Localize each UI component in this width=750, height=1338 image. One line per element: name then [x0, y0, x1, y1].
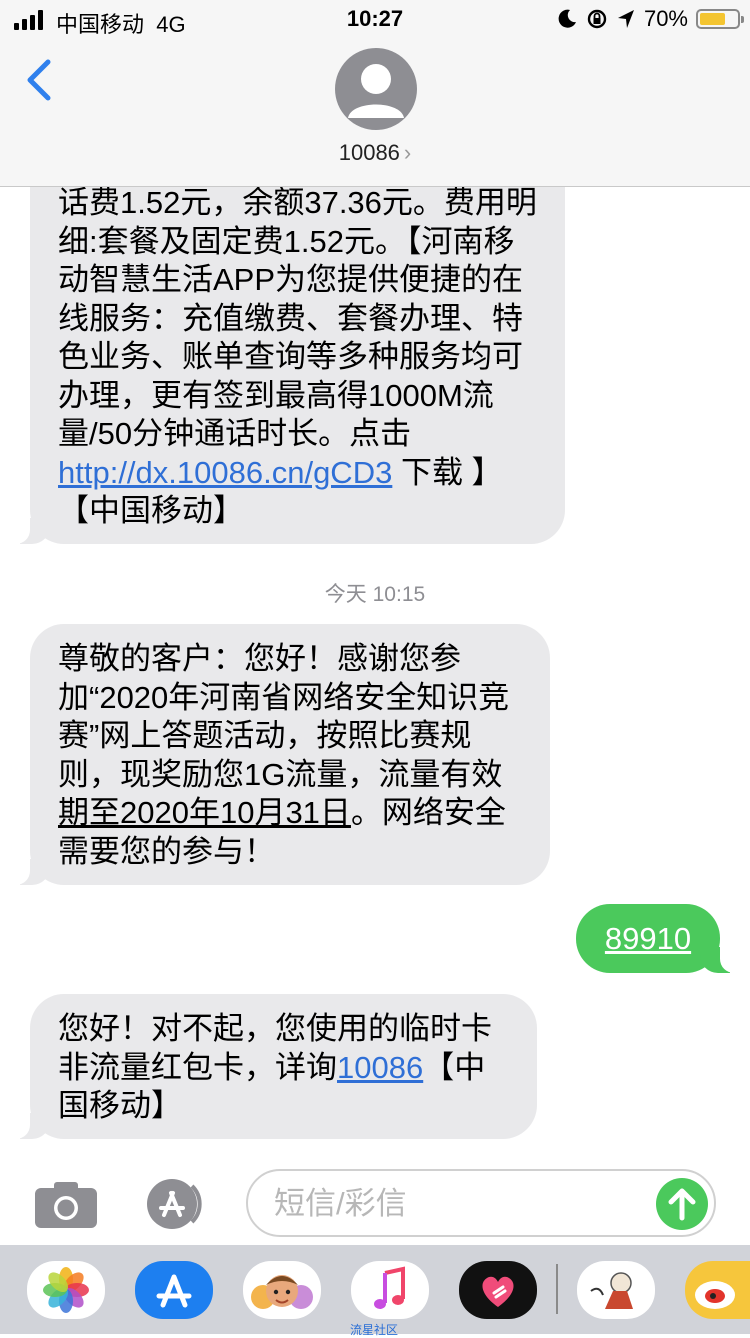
music-app-label: 流星社区: [350, 1323, 399, 1337]
network-type: 4G: [156, 12, 186, 37]
message-bubble-outgoing[interactable]: 89910: [576, 904, 742, 973]
chevron-left-icon: [27, 59, 51, 101]
battery-percent: 70%: [643, 6, 688, 31]
message-bubble-2[interactable]: 尊敬的客户：您好！感谢您参加“2020年河南省网络安全知识竞赛”网上答题活动，按…: [8, 624, 550, 885]
drawer-divider: [556, 1264, 558, 1314]
message-timestamp: 今天 10:15: [324, 583, 426, 606]
message-text: 您好！对不起，您使用的临时卡非流量红包卡，详询10086【中国移动】: [58, 1010, 509, 1126]
compose-bar: [0, 1165, 750, 1245]
app-store-app-icon[interactable]: [135, 1261, 213, 1319]
arrow-up-icon: [668, 1188, 696, 1221]
battery-icon: [696, 9, 744, 29]
rotation-lock-icon: [587, 9, 607, 29]
status-bar: 中国移动 4G 10:27 70%: [0, 0, 750, 40]
avatar[interactable]: [335, 48, 417, 130]
contact-name: 10086: [338, 140, 400, 165]
app-store-icon: [147, 1179, 202, 1229]
camera-icon: [35, 1182, 97, 1228]
bubble-tail: [8, 518, 50, 544]
message-input[interactable]: [272, 1181, 636, 1227]
bubble-tail: [8, 1113, 50, 1139]
signal-icon: [14, 10, 43, 30]
phone-link[interactable]: 10086: [337, 1050, 423, 1085]
date-underline-text[interactable]: 期至2020年10月31日: [58, 795, 351, 830]
moon-icon: [558, 9, 576, 28]
chevron-right-icon: ›: [403, 140, 412, 165]
message-link[interactable]: 89910: [605, 921, 691, 956]
person-icon: [348, 64, 404, 118]
camera-button[interactable]: [34, 1179, 98, 1229]
message-bubble-3[interactable]: 您好！对不起，您使用的临时卡非流量红包卡，详询10086【中国移动】: [8, 994, 537, 1139]
battery-fill: [700, 13, 725, 25]
photos-app-icon[interactable]: [27, 1261, 105, 1319]
music-app-icon[interactable]: [351, 1261, 429, 1319]
status-right: 70%: [556, 6, 744, 32]
message-bubble-1[interactable]: 话费1.52元，余额37.36元。费用明细:套餐及固定费1.52元。【河南移动智…: [8, 150, 565, 544]
app-store-button[interactable]: [140, 1179, 212, 1229]
message-link[interactable]: http://dx.10086.cn/gCD3: [58, 455, 392, 490]
message-text: 话费1.52元，余额37.36元。费用明细:套餐及固定费1.52元。【河南移动智…: [58, 184, 537, 531]
location-arrow-icon: [617, 10, 634, 28]
message-text: 89910: [576, 904, 720, 973]
message-text-part: 话费1.52元，余额37.36元。费用明细:套餐及固定费1.52元。【河南移动智…: [58, 185, 537, 451]
sticker-app-icon[interactable]: [577, 1261, 655, 1319]
message-text-part: 尊敬的客户：您好！感谢您参加“2020年河南省网络安全知识竞赛”网上答题活动，按…: [58, 641, 510, 792]
weibo-app-icon[interactable]: [685, 1261, 750, 1319]
contact-name-button[interactable]: 10086 ›: [0, 140, 750, 166]
send-button[interactable]: [656, 1178, 708, 1230]
carrier-name: 中国移动: [56, 12, 145, 37]
carrier-label: 中国移动 4G: [56, 7, 186, 39]
bubble-tail: [8, 859, 50, 885]
back-button[interactable]: [22, 58, 62, 102]
message-text: 尊敬的客户：您好！感谢您参加“2020年河南省网络安全知识竞赛”网上答题活动，按…: [58, 640, 522, 871]
memoji-app-icon[interactable]: [243, 1261, 321, 1319]
message-field[interactable]: [246, 1169, 716, 1237]
digital-touch-app-icon[interactable]: [459, 1261, 537, 1319]
